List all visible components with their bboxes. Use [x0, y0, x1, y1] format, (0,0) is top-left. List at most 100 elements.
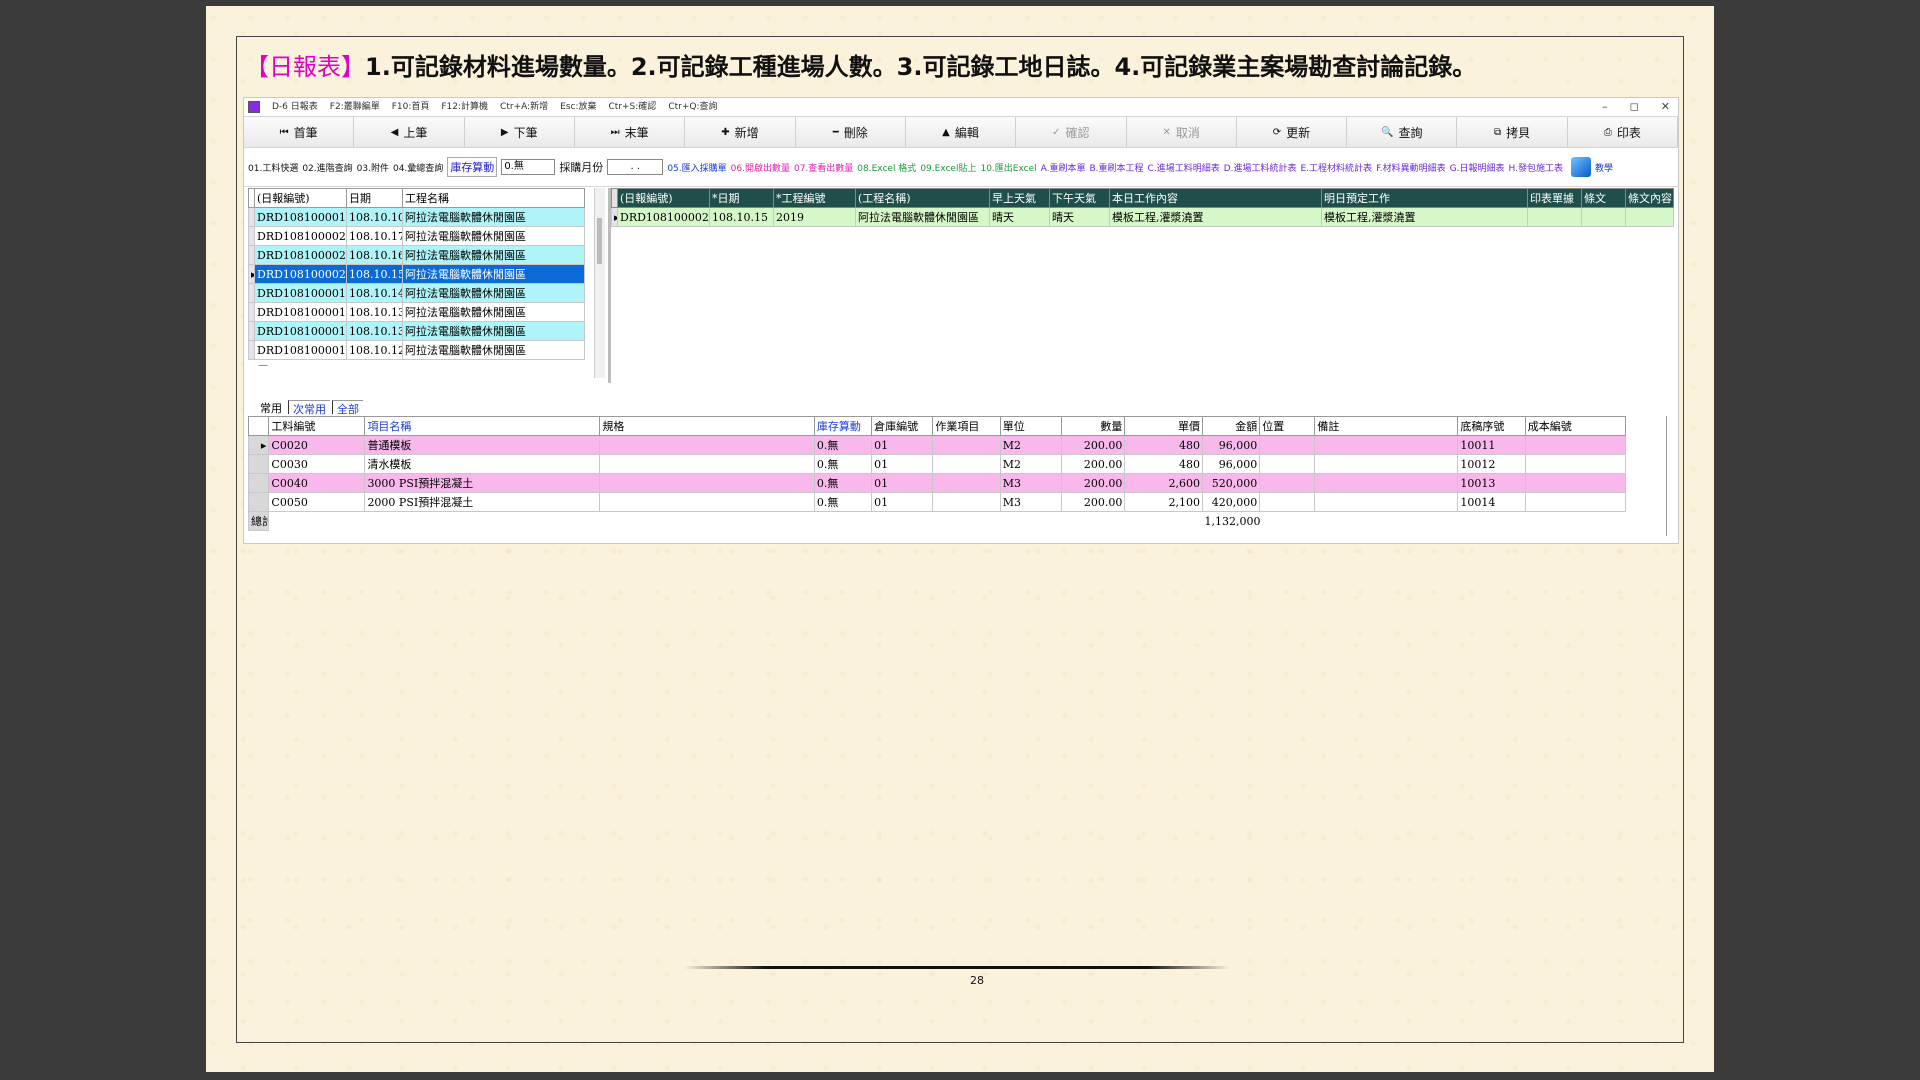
link-export-excel[interactable]: 10.匯出Excel	[980, 161, 1036, 174]
link-refresh-doc[interactable]: A.重刷本單	[1041, 161, 1086, 174]
link-summary-query[interactable]: 04.彙總查詢	[393, 161, 443, 174]
first-record-button[interactable]: ⏮ 首筆	[244, 117, 355, 147]
scroll-thumb[interactable]	[597, 218, 602, 264]
table-row[interactable]: DRD1081000021 108.10.16 阿拉法電腦軟體休閒園區	[248, 245, 585, 265]
link-excel-paste[interactable]: 09.Excel貼上	[920, 161, 976, 174]
link-inbound-detail[interactable]: C.進場工料明細表	[1148, 161, 1220, 174]
table-row[interactable]: C0030 清水模板 0.無 01 M2 200.00 480 96,000 10012	[247, 454, 1627, 474]
col-qty[interactable]: 數量	[1061, 416, 1126, 436]
copy-button[interactable]: ⧉ 拷貝	[1457, 117, 1568, 147]
confirm-button[interactable]: ✓ 確認	[1016, 117, 1127, 147]
table-row[interactable]: C0050 2000 PSI預拌混凝土 0.無 01 M3 200.00 2,100 4…	[247, 492, 1627, 512]
col-project-name[interactable]: 工程名稱	[402, 188, 585, 208]
link-refresh-project[interactable]: B.重刷本工程	[1090, 161, 1144, 174]
prev-icon: ◀	[390, 126, 399, 138]
shortcut-5: Ctr+S:確認	[608, 102, 657, 112]
col-print-doc[interactable]: 印表單據	[1527, 188, 1582, 208]
col-tomorrow-work[interactable]: 明日預定工作	[1321, 188, 1528, 208]
link-quick-select[interactable]: 01.工料快選	[248, 161, 298, 174]
printer-icon: ⎙	[1603, 126, 1612, 138]
last-record-button[interactable]: ⏭ 末筆	[574, 117, 686, 147]
col-spec[interactable]: 規格	[599, 416, 815, 436]
link-material-changes[interactable]: F.材料異動明細表	[1376, 161, 1446, 174]
row-pointer-icon: ▸	[247, 435, 270, 455]
purchase-month-input[interactable]: . .	[607, 159, 664, 175]
col-clause[interactable]: 條文	[1581, 188, 1626, 208]
link-import-po[interactable]: 05.匯入採購單	[667, 161, 726, 174]
col-clause-content[interactable]: 條文內容	[1625, 188, 1674, 208]
list-more-indicator: —	[258, 360, 268, 371]
maximize-button[interactable]: ◻	[1630, 98, 1639, 116]
check-icon: ✓	[1052, 126, 1061, 138]
col-report-id[interactable]: (日報編號)	[617, 188, 710, 208]
plus-icon: ✚	[721, 126, 730, 138]
link-advanced-query[interactable]: 02.進階查詢	[302, 161, 352, 174]
table-row[interactable]: DRD1081000016 108.10.12 阿拉法電腦軟體休閒園區	[248, 340, 585, 360]
link-open-out-qty[interactable]: 06.開啟出數量	[731, 161, 790, 174]
link-material-stats[interactable]: E.工程材料統計表	[1301, 161, 1373, 174]
search-icon: 🔍	[1381, 126, 1394, 138]
col-material-code[interactable]: 工料編號	[268, 416, 366, 436]
teach-button[interactable]: 教學	[1570, 157, 1613, 177]
last-icon: ⏭	[610, 126, 620, 138]
table-row[interactable]: ▸ DRD1081000020 108.10.15 2019 阿拉法電腦軟體休閒…	[611, 207, 1674, 227]
print-button[interactable]: ⎙ 印表	[1567, 117, 1679, 147]
stock-select[interactable]: 0.無	[501, 159, 556, 175]
col-project-no[interactable]: *工程編號	[773, 188, 856, 208]
col-stock[interactable]: 庫存算動	[813, 416, 873, 436]
link-attachment[interactable]: 03.附件	[357, 161, 389, 174]
table-row[interactable]: DRD1081000022 108.10.17 阿拉法電腦軟體休閒園區	[248, 226, 585, 246]
table-row[interactable]: C0040 3000 PSI預拌混凝土 0.無 01 M3 200.00 2,600 5…	[247, 473, 1627, 493]
table-row[interactable]: DRD1081000014 108.10.10 阿拉法電腦軟體休閒園區	[248, 207, 585, 227]
prev-record-button[interactable]: ◀ 上筆	[354, 117, 465, 147]
col-draft-seq[interactable]: 底稿序號	[1457, 416, 1526, 436]
window-controls: – ◻ ✕	[1602, 98, 1670, 116]
tab-common[interactable]: 常用	[256, 400, 286, 415]
daily-report-list: (日報編號) 日期 工程名稱 DRD1081000014 108.10.10 阿拉法…	[248, 188, 593, 378]
refresh-button[interactable]: ⟳ 更新	[1236, 117, 1348, 147]
col-warehouse[interactable]: 倉庫編號	[871, 416, 934, 436]
col-report-id[interactable]: (日報編號)	[254, 188, 347, 208]
table-row[interactable]: DRD1081000019 108.10.14 阿拉法電腦軟體休閒園區	[248, 283, 585, 303]
first-icon: ⏮	[279, 126, 289, 138]
col-cost-code[interactable]: 成本編號	[1524, 416, 1627, 436]
link-excel-format[interactable]: 08.Excel 格式	[857, 161, 916, 174]
col-pm-weather[interactable]: 下午天氣	[1049, 188, 1110, 208]
col-price[interactable]: 單價	[1124, 416, 1204, 436]
link-view-out-qty[interactable]: 07.查看出數量	[794, 161, 853, 174]
delete-button[interactable]: ━ 刪除	[795, 117, 906, 147]
col-unit[interactable]: 單位	[999, 416, 1063, 436]
cancel-button[interactable]: ✕ 取消	[1126, 117, 1237, 147]
minimize-button[interactable]: –	[1602, 98, 1608, 116]
next-record-button[interactable]: ▶ 下筆	[464, 117, 575, 147]
material-grid-scrollbar[interactable]	[1666, 416, 1671, 536]
col-date[interactable]: *日期	[709, 188, 774, 208]
table-row[interactable]: DRD1081000018 108.10.13 阿拉法電腦軟體休閒園區	[248, 302, 585, 322]
query-button[interactable]: 🔍 查詢	[1347, 117, 1458, 147]
tab-all[interactable]: 全部	[332, 400, 363, 416]
add-button[interactable]: ✚ 新增	[685, 117, 796, 147]
col-location[interactable]: 位置	[1259, 416, 1316, 436]
link-inbound-stats[interactable]: D.進場工料統計表	[1224, 161, 1297, 174]
col-am-weather[interactable]: 早上天氣	[989, 188, 1050, 208]
shortcut-6: Ctr+Q:查詢	[668, 102, 718, 112]
col-remark[interactable]: 備註	[1314, 416, 1459, 436]
edit-button[interactable]: ▲ 編輯	[905, 117, 1017, 147]
link-contract-sheet[interactable]: H.發包施工表	[1509, 161, 1563, 174]
col-item-name[interactable]: 項目名稱	[364, 416, 601, 436]
col-today-work[interactable]: 本日工作內容	[1109, 188, 1322, 208]
col-work-item[interactable]: 作業項目	[932, 416, 1001, 436]
close-button[interactable]: ✕	[1661, 98, 1670, 116]
headline-tag: 【日報表】	[245, 53, 365, 81]
table-row[interactable]: ▸ C0020 普通模板 0.無 01 M2 200.00 480 96,000 100…	[247, 435, 1627, 455]
col-date[interactable]: 日期	[346, 188, 403, 208]
col-amount[interactable]: 金額	[1202, 416, 1261, 436]
col-project-name[interactable]: (工程名稱)	[855, 188, 990, 208]
tab-secondary[interactable]: 次常用	[288, 400, 330, 416]
function-bar: 01.工料快選 02.進階查詢 03.附件 04.彙總查詢 庫存算動 0.無 採…	[244, 148, 1678, 187]
table-row-selected[interactable]: ▸DRD1081000020108.10.15阿拉法電腦軟體休閒園區	[248, 264, 585, 284]
link-daily-detail[interactable]: G.日報明細表	[1450, 161, 1505, 174]
daily-report-detail: (日報編號) *日期 *工程編號 (工程名稱) 早上天氣 下午天氣 本日工作內容…	[608, 188, 1677, 383]
left-list-scrollbar[interactable]	[594, 188, 605, 378]
table-row[interactable]: DRD1081000017 108.10.13 阿拉法電腦軟體休閒園區	[248, 321, 585, 341]
